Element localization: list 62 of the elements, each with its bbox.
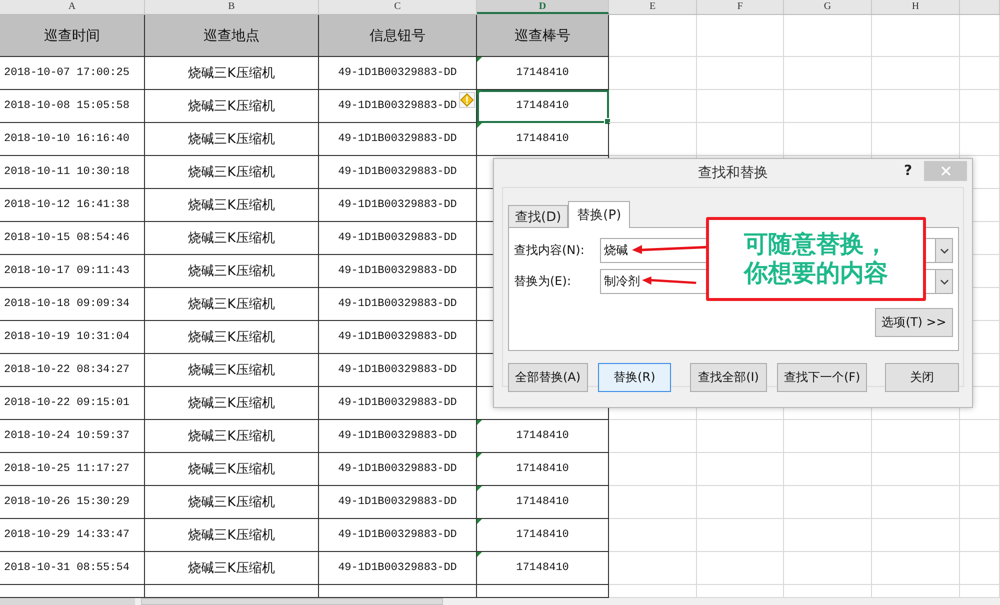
- table-cell: 2018-10-31 08:55:54: [0, 552, 145, 585]
- table-cell: 烧碱三K压缩机: [145, 321, 319, 354]
- table-cell: 2018-10-22 08:34:27: [0, 354, 145, 387]
- table-cell: 49-1D1B00329883-DD: [319, 420, 477, 453]
- field-label: 查找内容(N):: [514, 242, 586, 259]
- table-header-cell: 巡查时间: [0, 15, 145, 57]
- table-cell: 烧碱三K压缩机: [145, 420, 319, 453]
- dialog-title: 查找和替换: [698, 164, 768, 182]
- table-cell: 烧碱三K压缩机: [145, 552, 319, 585]
- table-cell: 49-1D1B00329883-DD: [319, 519, 477, 552]
- table-cell: 2018-10-17 09:11:43: [0, 255, 145, 288]
- table-cell: 2018-10-08 15:05:58: [0, 90, 145, 123]
- table-cell: 烧碱三K压缩机: [145, 222, 319, 255]
- table-cell: 烧碱三K压缩机: [145, 255, 319, 288]
- table-cell: 49-1D1B00329883-DD: [319, 288, 477, 321]
- table-cell: 烧碱三K压缩机: [145, 288, 319, 321]
- table-header-cell: 巡查地点: [145, 15, 319, 57]
- table-cell: 2018-10-22 09:15:01: [0, 387, 145, 420]
- table-cell: 烧碱三K压缩机: [145, 519, 319, 552]
- table-cell: 17148410: [477, 57, 609, 90]
- field-label: 替换为(E):: [514, 273, 572, 290]
- table-cell: 烧碱三K压缩机: [145, 189, 319, 222]
- table-cell: 烧碱三K压缩机: [145, 123, 319, 156]
- table-cell: 49-1D1B00329883-DD: [319, 57, 477, 90]
- table-cell: 烧碱三K压缩机: [145, 354, 319, 387]
- table-cell: 烧碱三K压缩机: [145, 387, 319, 420]
- table-cell: 17148410: [477, 552, 609, 585]
- table-cell: 49-1D1B00329883-DD: [319, 354, 477, 387]
- table-cell: 2018-10-26 15:30:29: [0, 486, 145, 519]
- table-cell: 2018-10-15 08:54:46: [0, 222, 145, 255]
- table-cell: 2018-10-07 17:00:25: [0, 57, 145, 90]
- table-cell: 2018-10-11 10:30:18: [0, 156, 145, 189]
- table-cell: 烧碱三K压缩机: [145, 57, 319, 90]
- table-cell: 2018-10-25 11:17:27: [0, 453, 145, 486]
- table-cell: 49-1D1B00329883-DD: [319, 321, 477, 354]
- table-cell: 烧碱三K压缩机: [145, 486, 319, 519]
- table-cell: 49-1D1B00329883-DD: [319, 453, 477, 486]
- table-header-cell: 信息钮号: [319, 15, 477, 57]
- table-cell: 烧碱三K压缩机: [145, 90, 319, 123]
- table-cell: 49-1D1B00329883-DD: [319, 156, 477, 189]
- table-cell: 49-1D1B00329883-DD: [319, 387, 477, 420]
- table-cell: 2018-10-10 16:16:40: [0, 123, 145, 156]
- table-cell: 烧碱三K压缩机: [145, 453, 319, 486]
- table-cell: 49-1D1B00329883-DD: [319, 123, 477, 156]
- table-header-cell: 巡查棒号: [477, 15, 609, 57]
- table-cell: 17148410: [477, 90, 609, 123]
- table-cell: 49-1D1B00329883-DD: [319, 552, 477, 585]
- table-cell: 2018-10-18 09:09:34: [0, 288, 145, 321]
- table-cell: 49-1D1B00329883-DD: [319, 222, 477, 255]
- table-cell: 17148410: [477, 519, 609, 552]
- table-cell: 17148410: [477, 453, 609, 486]
- table-cell: 49-1D1B00329883-DD: [319, 255, 477, 288]
- table-cell: 17148410: [477, 486, 609, 519]
- table-cell: 2018-10-19 10:31:04: [0, 321, 145, 354]
- table-cell: 2018-10-29 14:33:47: [0, 519, 145, 552]
- table-cell: 49-1D1B00329883-DD: [319, 189, 477, 222]
- table-cell: 2018-10-12 16:41:38: [0, 189, 145, 222]
- table-cell: 49-1D1B00329883-DD: [319, 486, 477, 519]
- table-cell: 烧碱三K压缩机: [145, 156, 319, 189]
- table-cell: 17148410: [477, 123, 609, 156]
- table-cell: 17148410: [477, 420, 609, 453]
- table-cell: 2018-10-24 10:59:37: [0, 420, 145, 453]
